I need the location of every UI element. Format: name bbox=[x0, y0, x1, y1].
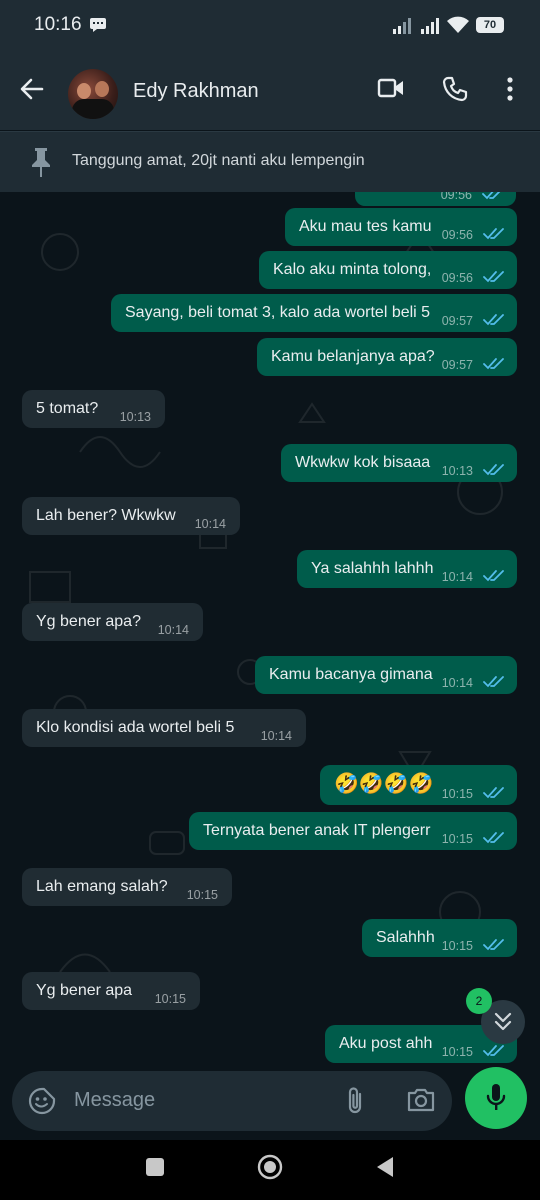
message-time: 10:14 bbox=[157, 623, 189, 637]
pinned-message-bar[interactable]: Tanggung amat, 20jt nanti aku lempengin bbox=[0, 131, 540, 192]
message-bubble[interactable]: Klo kondisi ada wortel beli 5 10:14 bbox=[22, 709, 306, 747]
message-bubble[interactable]: Lah bener? Wkwkw 10:14 bbox=[22, 497, 240, 535]
message-text: Ya salahhh lahhh bbox=[311, 560, 434, 577]
chevron-down-icon bbox=[494, 1012, 512, 1031]
message-time: 10:15 bbox=[441, 832, 473, 846]
message-text: Kamu bacanya gimana bbox=[269, 666, 433, 683]
message-bubble[interactable]: Ya salahhh lahhh 10:14 bbox=[297, 550, 517, 588]
message-list[interactable]: 09:56 Aku mau tes kamu 09:56 Kalo aku min… bbox=[0, 192, 540, 1070]
message-text: Wkwkw kok bisaaa bbox=[295, 454, 431, 471]
message-time: 10:15 bbox=[154, 992, 186, 1006]
message-text: Ternyata bener anak IT plengerr bbox=[203, 822, 431, 839]
message-time: 10:15 bbox=[441, 1045, 473, 1059]
message-time: 10:15 bbox=[441, 787, 473, 801]
message-text: Yg bener apa bbox=[36, 982, 133, 999]
message-bubble[interactable]: Ternyata bener anak IT plengerr 10:15 bbox=[189, 812, 517, 850]
video-call-icon[interactable] bbox=[377, 76, 405, 100]
nav-recents-icon[interactable] bbox=[146, 1158, 164, 1176]
message-time: 09:56 bbox=[441, 271, 473, 285]
more-options-icon[interactable] bbox=[505, 76, 515, 102]
message-bubble[interactable]: Wkwkw kok bisaaa 10:13 bbox=[281, 444, 517, 482]
message-time: 10:15 bbox=[186, 888, 218, 902]
read-receipt-icon bbox=[483, 832, 504, 844]
nav-back-icon[interactable] bbox=[375, 1156, 395, 1178]
read-receipt-icon bbox=[483, 271, 504, 283]
message-bubble[interactable]: 🤣🤣🤣🤣 10:15 bbox=[320, 765, 517, 805]
read-receipt-icon bbox=[483, 464, 504, 476]
message-bubble[interactable]: Sayang, beli tomat 3, kalo ada wortel be… bbox=[111, 294, 517, 332]
mic-icon bbox=[486, 1084, 506, 1110]
emoji-icon[interactable] bbox=[28, 1087, 56, 1115]
message-text: Sayang, beli tomat 3, kalo ada wortel be… bbox=[125, 304, 431, 321]
read-receipt-icon bbox=[483, 676, 504, 688]
read-receipt-icon bbox=[483, 314, 504, 326]
message-time: 10:14 bbox=[441, 570, 473, 584]
message-text: Aku post ahh bbox=[339, 1035, 433, 1052]
message-time: 10:15 bbox=[441, 939, 473, 953]
signal-icon bbox=[421, 18, 439, 34]
message-text: 🤣🤣🤣🤣 bbox=[334, 773, 434, 795]
read-receipt-icon bbox=[483, 358, 504, 370]
message-bubble-partial: 09:56 bbox=[355, 192, 516, 206]
message-time: 09:57 bbox=[441, 358, 473, 372]
message-time: 09:57 bbox=[441, 314, 473, 328]
back-arrow-icon[interactable] bbox=[20, 78, 44, 100]
message-bubble[interactable]: Aku mau tes kamu 09:56 bbox=[285, 208, 517, 246]
message-bubble[interactable]: Kalo aku minta tolong, 09:56 bbox=[259, 251, 517, 289]
signal-icon bbox=[393, 18, 411, 34]
message-bubble[interactable]: Kamu belanjanya apa? 09:57 bbox=[257, 338, 517, 376]
message-text: Aku mau tes kamu bbox=[299, 218, 432, 235]
message-text: Kalo aku minta tolong, bbox=[273, 261, 432, 278]
notification-message-icon bbox=[90, 18, 106, 32]
message-text: Klo kondisi ada wortel beli 5 bbox=[36, 719, 235, 736]
message-input-bar: Message bbox=[12, 1071, 452, 1131]
read-receipt-icon bbox=[482, 192, 501, 200]
pin-icon bbox=[32, 148, 50, 177]
battery-indicator: 70 bbox=[476, 17, 504, 33]
message-time: 10:13 bbox=[119, 410, 151, 424]
status-time: 10:16 bbox=[34, 14, 82, 35]
wifi-icon bbox=[447, 16, 469, 33]
camera-icon[interactable] bbox=[406, 1087, 436, 1113]
message-text: Lah bener? Wkwkw bbox=[36, 507, 176, 524]
voice-message-button[interactable] bbox=[465, 1067, 527, 1129]
avatar[interactable] bbox=[68, 69, 118, 119]
read-receipt-icon bbox=[483, 939, 504, 951]
read-receipt-icon bbox=[483, 1045, 504, 1057]
message-text: Kamu belanjanya apa? bbox=[271, 348, 435, 365]
unread-count-badge: 2 bbox=[466, 988, 492, 1014]
contact-name[interactable]: Edy Rakhman bbox=[133, 80, 259, 103]
read-receipt-icon bbox=[483, 787, 504, 799]
message-text: Salahhh bbox=[376, 929, 435, 946]
chat-header: Edy Rakhman bbox=[0, 52, 540, 130]
read-receipt-icon bbox=[483, 228, 504, 240]
system-nav-bar bbox=[0, 1140, 540, 1200]
message-bubble[interactable]: Yg bener apa 10:15 bbox=[22, 972, 200, 1010]
read-receipt-icon bbox=[483, 570, 504, 582]
message-text: Lah emang salah? bbox=[36, 878, 168, 895]
message-time: 10:13 bbox=[441, 464, 473, 478]
message-bubble[interactable]: Lah emang salah? 10:15 bbox=[22, 868, 232, 906]
message-bubble[interactable]: 5 tomat? 10:13 bbox=[22, 390, 165, 428]
message-text: 5 tomat? bbox=[36, 400, 99, 417]
attach-icon[interactable] bbox=[344, 1086, 366, 1116]
message-bubble[interactable]: Yg bener apa? 10:14 bbox=[22, 603, 203, 641]
message-time: 10:14 bbox=[194, 517, 226, 531]
message-time: 10:14 bbox=[260, 729, 292, 743]
message-time: 10:14 bbox=[441, 676, 473, 690]
message-time: 09:56 bbox=[441, 228, 473, 242]
message-bubble[interactable]: Kamu bacanya gimana 10:14 bbox=[255, 656, 517, 694]
message-text: Yg bener apa? bbox=[36, 613, 141, 630]
message-bubble[interactable]: Salahhh 10:15 bbox=[362, 919, 517, 957]
voice-call-icon[interactable] bbox=[442, 76, 468, 102]
nav-home-icon[interactable] bbox=[257, 1154, 283, 1180]
message-input[interactable]: Message bbox=[74, 1089, 155, 1112]
pinned-message-text: Tanggung amat, 20jt nanti aku lempengin bbox=[72, 152, 365, 169]
message-time: 09:56 bbox=[440, 192, 472, 202]
status-bar: 10:16 70 bbox=[0, 0, 540, 52]
